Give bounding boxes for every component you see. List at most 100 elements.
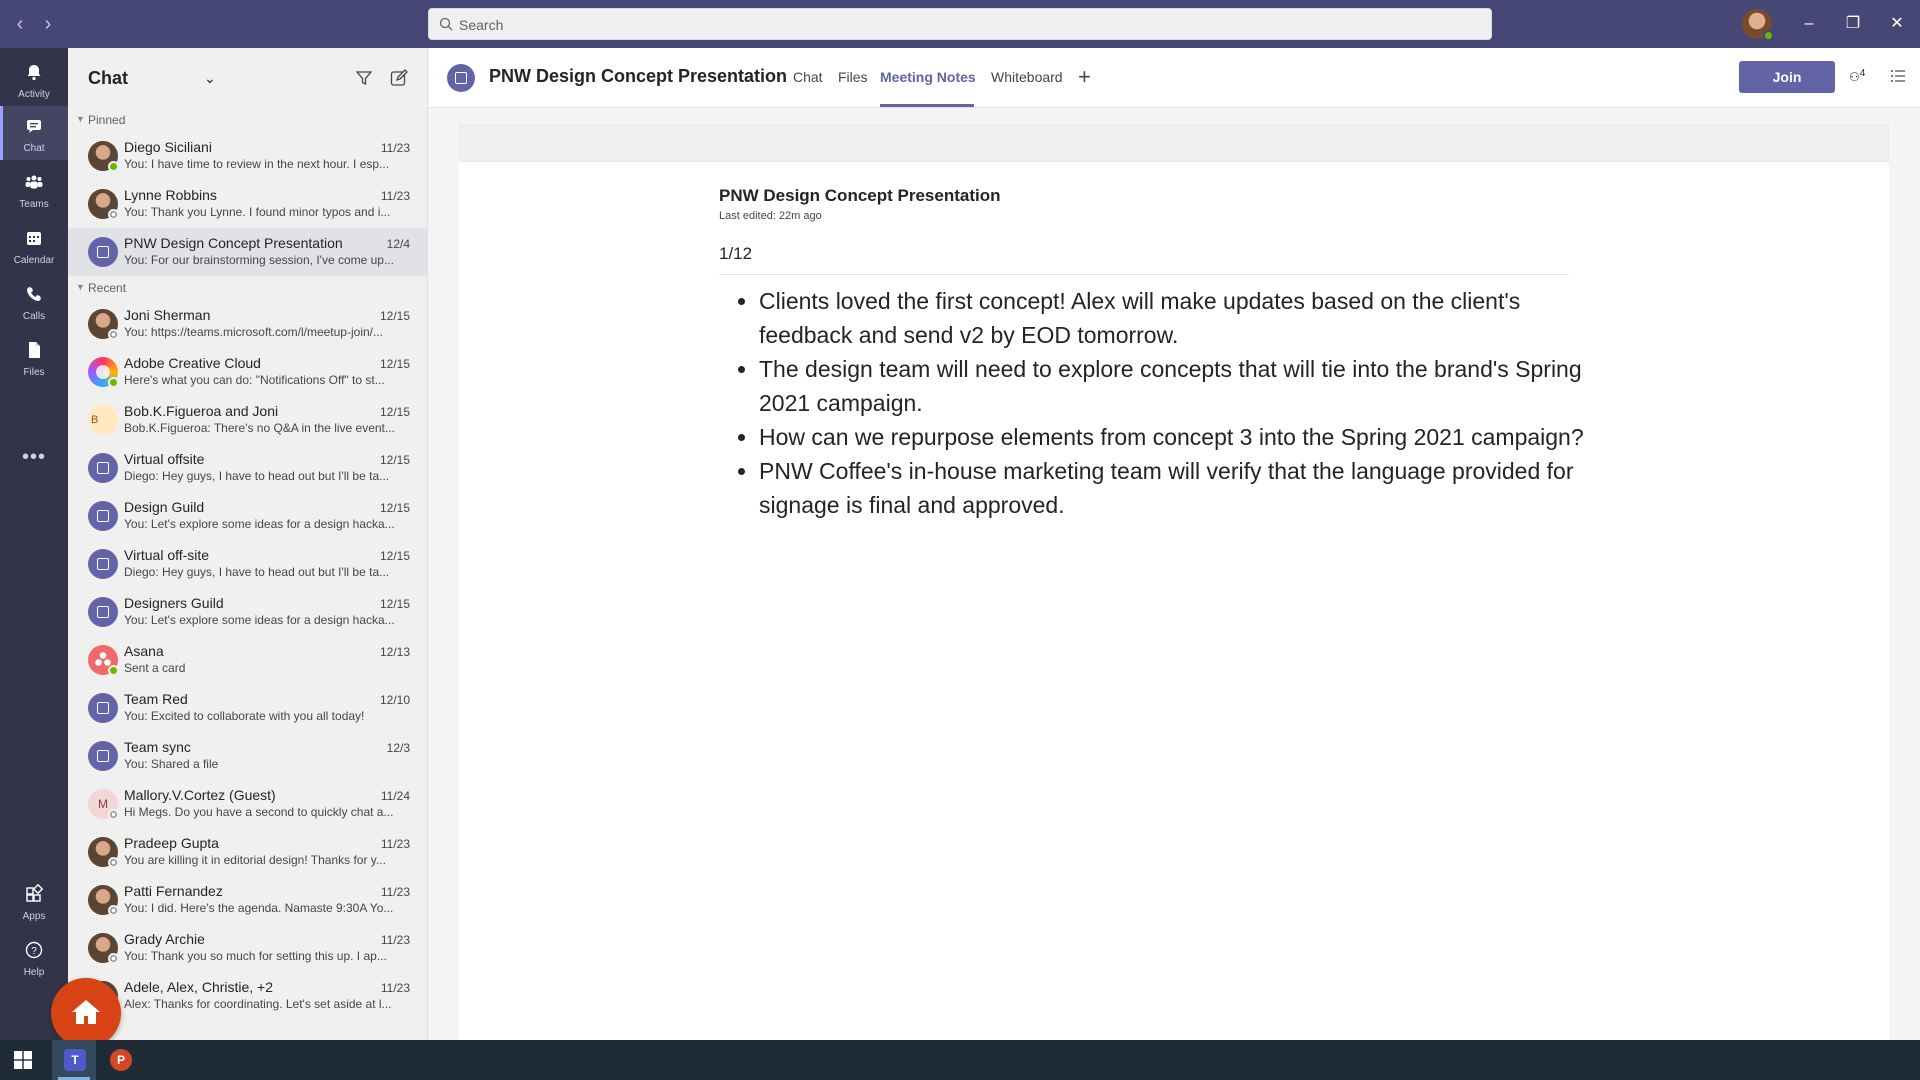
avatar	[88, 693, 118, 723]
chat-list-item[interactable]: PNW Design Concept Presentation 12/4 You: …	[68, 228, 427, 276]
meeting-header: PNW Design Concept Presentation Chat Fil…	[429, 48, 1920, 108]
chat-date: 12/15	[379, 309, 410, 323]
rail-help[interactable]: ? Help	[0, 930, 68, 984]
chat-date: 12/3	[386, 741, 410, 755]
svg-text:?: ?	[31, 946, 37, 957]
chat-list-item[interactable]: Virtual off-site 12/15 Diego: Hey guys, I …	[68, 540, 427, 588]
tab-files[interactable]: Files	[838, 69, 868, 85]
new-chat-icon[interactable]	[389, 68, 409, 88]
rail-files[interactable]: Files	[0, 330, 68, 384]
presence-offline-icon	[108, 209, 119, 220]
rail-label: Files	[23, 367, 45, 378]
chat-preview: You: Let's explore some ideas for a desi…	[124, 517, 395, 531]
chat-list-item[interactable]: Designers Guild 12/15 You: Let's explore s…	[68, 588, 427, 636]
powerpoint-icon[interactable]: P	[110, 1049, 132, 1071]
teams-icon	[25, 175, 43, 189]
chat-list-item[interactable]: Pradeep Gupta 11/23 You are killing it in …	[68, 828, 427, 876]
list-icon[interactable]	[1890, 68, 1906, 84]
chat-preview: You: Let's explore some ideas for a desi…	[124, 613, 395, 627]
chat-preview: You: Shared a file	[124, 757, 219, 771]
windows-start-icon[interactable]	[14, 1051, 32, 1069]
chat-date: 12/10	[379, 693, 410, 707]
avatar: B	[88, 405, 118, 435]
notes-bullet[interactable]: Clients loved the first concept! Alex wi…	[759, 284, 1589, 352]
home-icon	[72, 1000, 100, 1024]
chat-preview: You: Thank you so much for setting this …	[124, 949, 387, 963]
chat-list-item[interactable]: Adele, Alex, Christie, +2 11/23 Alex: Than…	[68, 972, 427, 1020]
tab-meeting-notes[interactable]: Meeting Notes	[880, 69, 976, 85]
forward-arrow-icon[interactable]: ›	[36, 12, 60, 36]
chat-list-item[interactable]: Lynne Robbins 11/23 You: Thank you Lynne. …	[68, 180, 427, 228]
pinned-section-header[interactable]: ▼ Pinned	[68, 108, 427, 132]
taskbar: T P	[0, 1040, 1920, 1080]
chat-preview: You are killing it in editorial design! …	[124, 853, 386, 867]
rail-apps[interactable]: Apps	[0, 874, 68, 928]
search-input[interactable]: Search	[428, 8, 1492, 40]
chat-date: 12/15	[379, 357, 410, 371]
bell-icon	[27, 65, 41, 81]
chat-list-item[interactable]: Diego Siciliani 11/23 You: I have time to …	[68, 132, 427, 180]
home-button[interactable]	[51, 978, 121, 1048]
restore-icon[interactable]: ❐	[1841, 12, 1865, 36]
rail-activity[interactable]: Activity	[0, 52, 68, 106]
caret-down-icon: ▼	[76, 114, 85, 124]
help-icon: ?	[25, 941, 43, 959]
presence-available-icon	[108, 377, 119, 388]
notes-section-date[interactable]: 1/12	[719, 244, 752, 264]
chat-name: Virtual off-site	[124, 547, 210, 563]
notes-bullet-list[interactable]: Clients loved the first concept! Alex wi…	[759, 284, 1589, 522]
taskbar-teams[interactable]: T	[52, 1040, 96, 1080]
chat-list-item[interactable]: Joni Sherman 12/15 You: https://teams.micr…	[68, 300, 427, 348]
chat-name: PNW Design Concept Presentation	[124, 235, 343, 251]
presence-offline-icon	[108, 857, 119, 868]
chat-preview: Diego: Hey guys, I have to head out but …	[124, 469, 390, 483]
apps-icon	[26, 884, 44, 902]
chat-preview: You: https://teams.microsoft.com/l/meetu…	[124, 325, 383, 339]
chat-list-item[interactable]: Patti Fernandez 11/23 You: I did. Here's t…	[68, 876, 427, 924]
add-tab-icon[interactable]: +	[1078, 64, 1091, 90]
chat-name: Mallory.V.Cortez (Guest)	[124, 787, 276, 803]
rail-chat[interactable]: Chat	[0, 106, 68, 160]
chat-list-item[interactable]: Team sync 12/3 You: Shared a file	[68, 732, 427, 780]
rail-label: Teams	[19, 199, 49, 210]
minimize-icon[interactable]: –	[1797, 12, 1821, 36]
chat-list-item[interactable]: Virtual offsite 12/15 Diego: Hey guys, I h…	[68, 444, 427, 492]
chat-list-item[interactable]: Team Red 12/10 You: Excited to collaborate…	[68, 684, 427, 732]
chat-list-item[interactable]: Design Guild 12/15 You: Let's explore some…	[68, 492, 427, 540]
meeting-title: PNW Design Concept Presentation	[489, 66, 788, 86]
tab-chat[interactable]: Chat	[793, 69, 823, 85]
chat-name: Team Red	[124, 691, 188, 707]
notes-bullet[interactable]: The design team will need to explore con…	[759, 352, 1589, 420]
participants-button[interactable]: ⚇4	[1849, 68, 1865, 84]
chat-preview: Hi Megs. Do you have a second to quickly…	[124, 805, 394, 819]
close-icon[interactable]: ✕	[1885, 12, 1909, 36]
chat-preview: You: I did. Here's the agenda. Namaste 9…	[124, 901, 394, 915]
chat-name: Virtual offsite	[124, 451, 205, 467]
avatar	[88, 453, 118, 483]
chat-list-item[interactable]: M Mallory.V.Cortez (Guest) 11/24 Hi Megs. D…	[68, 780, 427, 828]
chat-list-item[interactable]: Adobe Creative Cloud 12/15 Here's what you…	[68, 348, 427, 396]
chat-list-title[interactable]: Chat	[88, 68, 128, 89]
notes-bullet[interactable]: How can we repurpose elements from conce…	[759, 420, 1589, 454]
join-button[interactable]: Join	[1739, 61, 1835, 93]
chat-list-item[interactable]: Asana 12/13 Sent a card	[68, 636, 427, 684]
notes-bullet[interactable]: PNW Coffee's in-house marketing team wil…	[759, 454, 1589, 522]
chat-list-item[interactable]: Grady Archie 11/23 You: Thank you so much …	[68, 924, 427, 972]
chat-list-item[interactable]: B Bob.K.Figueroa and Joni 12/15 Bob.K.Figue…	[68, 396, 427, 444]
more-apps-icon[interactable]: •••	[22, 446, 46, 469]
rail-teams[interactable]: Teams	[0, 162, 68, 216]
profile-avatar[interactable]	[1742, 9, 1774, 41]
tab-whiteboard[interactable]: Whiteboard	[991, 69, 1063, 85]
rail-calendar[interactable]: Calendar	[0, 218, 68, 272]
recent-label: Recent	[88, 281, 127, 295]
filter-icon[interactable]	[355, 69, 373, 87]
chat-date: 12/15	[379, 597, 410, 611]
participant-count: 4	[1859, 68, 1866, 79]
chevron-down-icon[interactable]: ⌄	[204, 70, 216, 87]
rail-label: Calls	[22, 311, 46, 322]
recent-section-header[interactable]: ▼ Recent	[68, 276, 427, 300]
rail-label: Help	[23, 967, 45, 978]
rail-calls[interactable]: Calls	[0, 274, 68, 328]
calendar-icon	[27, 232, 41, 245]
back-arrow-icon[interactable]: ‹	[8, 12, 32, 36]
